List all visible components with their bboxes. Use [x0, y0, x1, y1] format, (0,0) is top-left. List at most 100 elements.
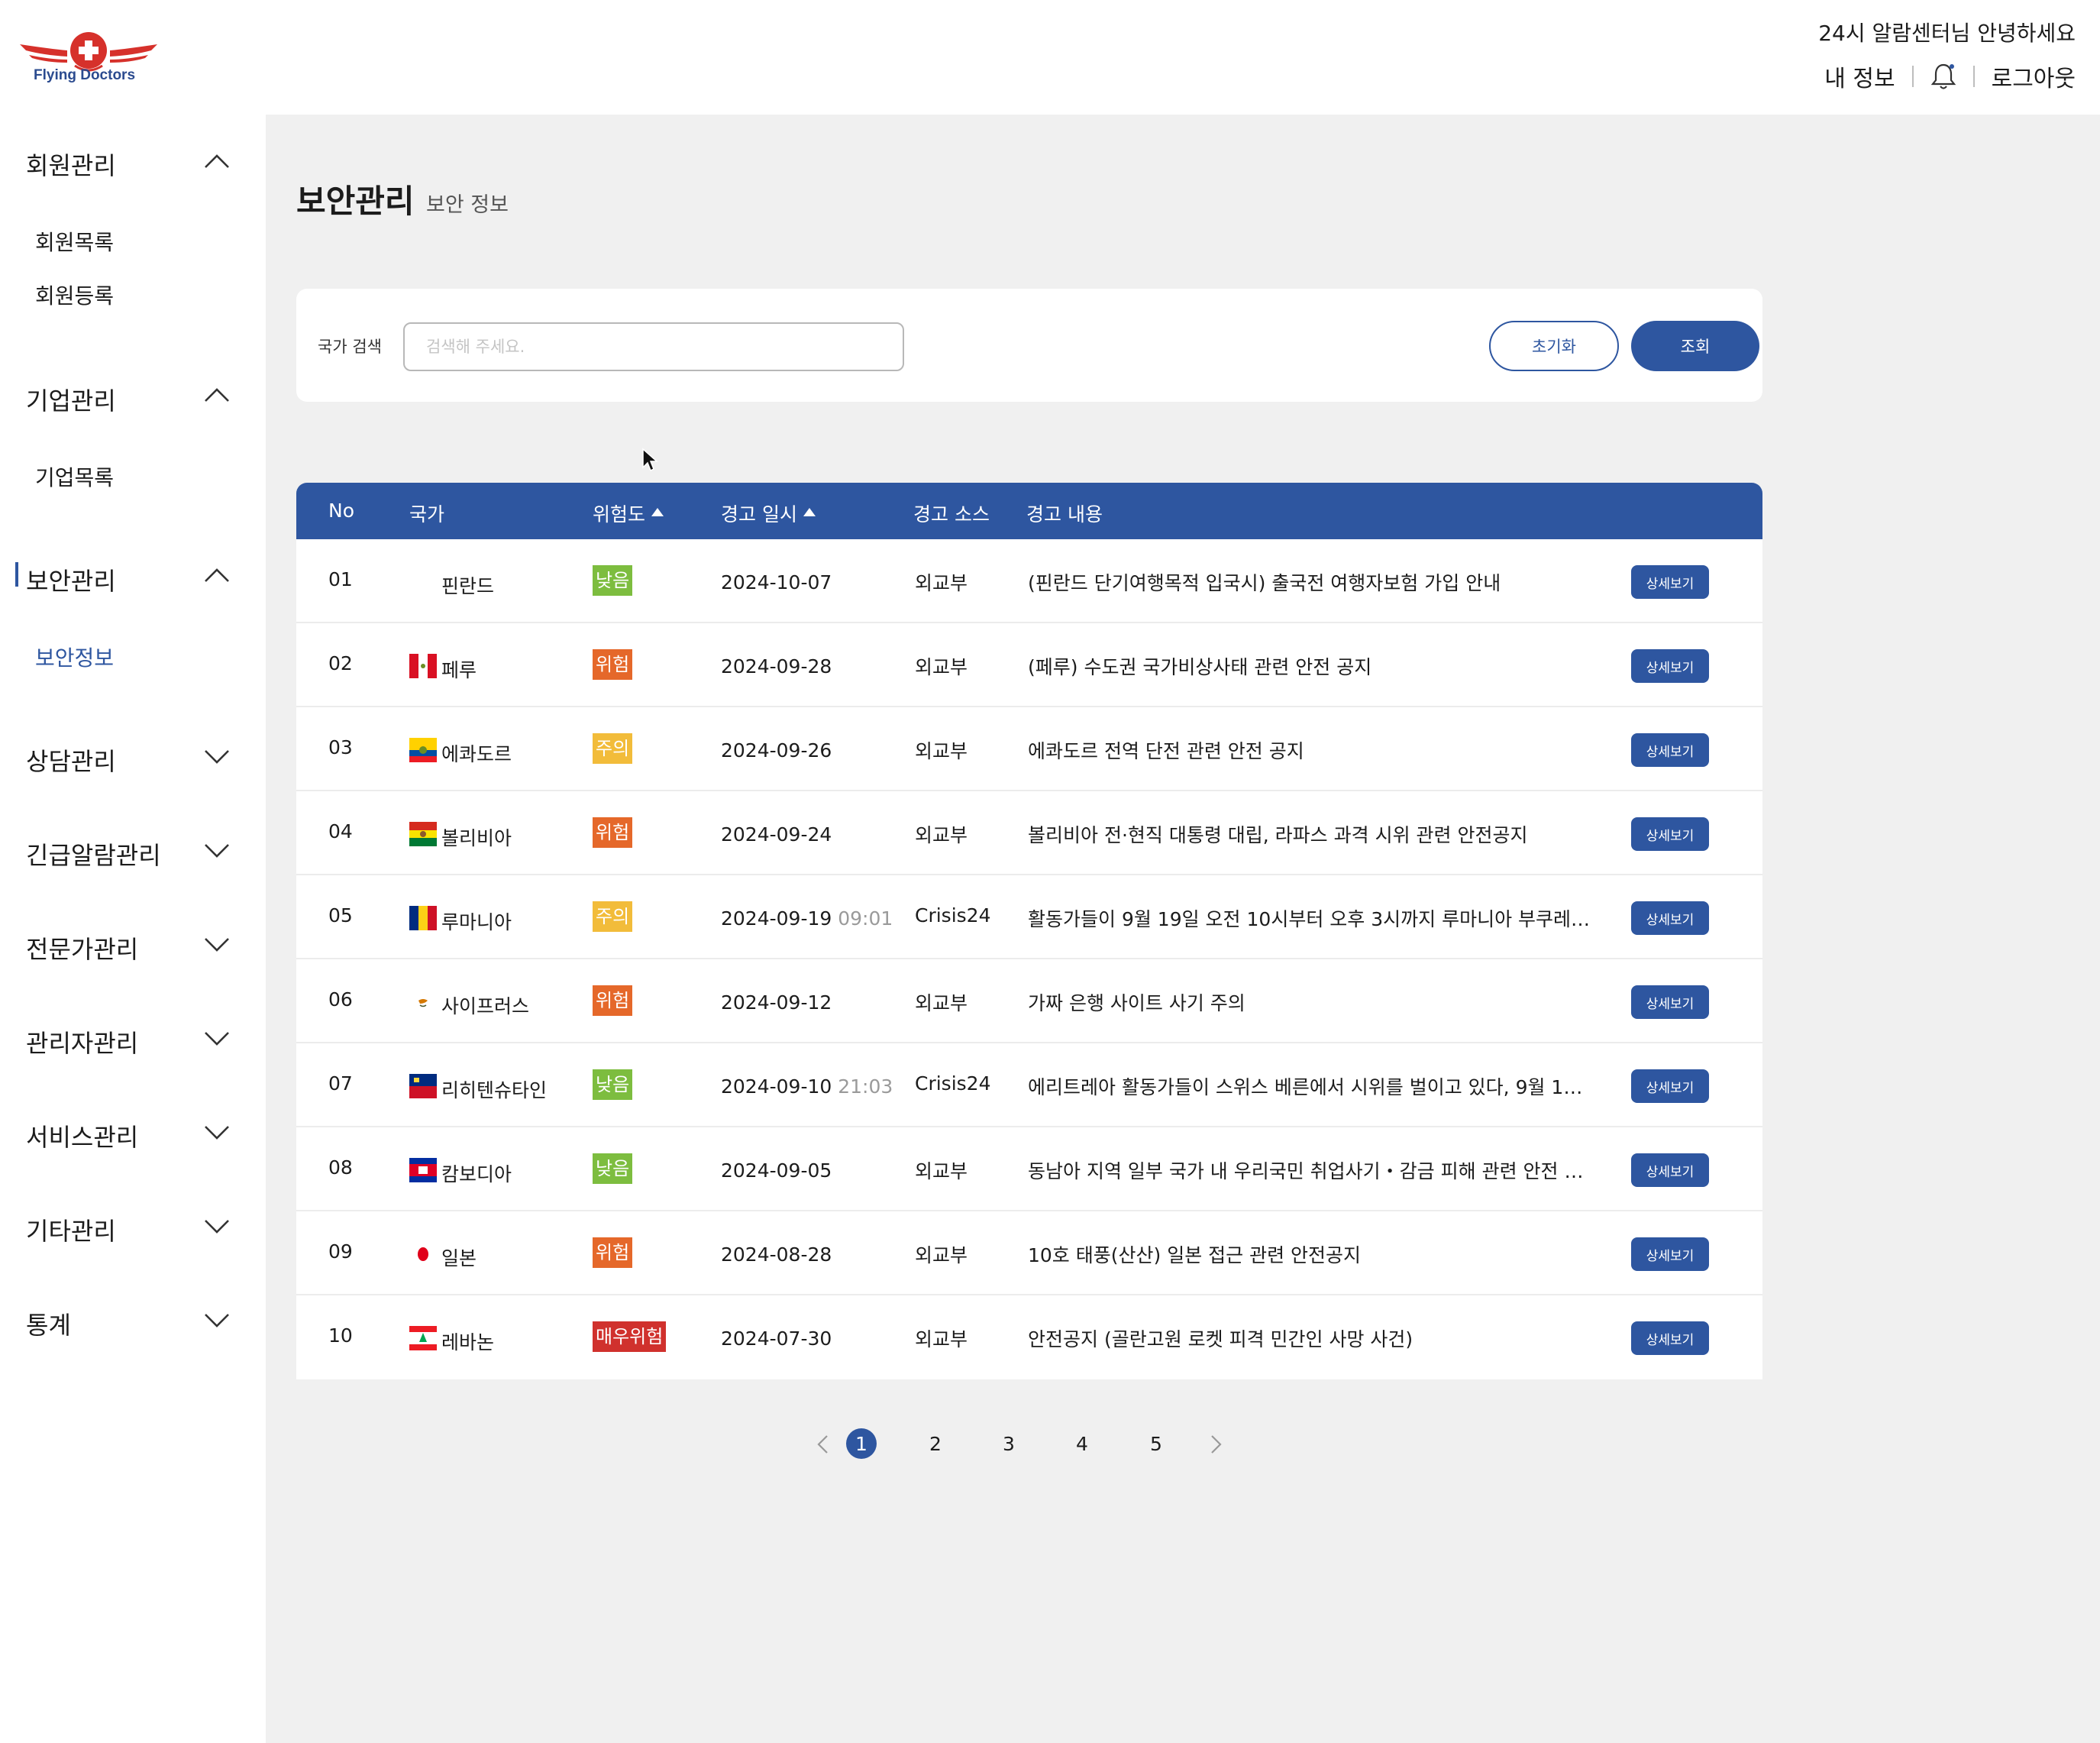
cell-source: 외교부	[915, 1160, 968, 1182]
reset-button[interactable]: 초기화	[1489, 321, 1619, 371]
chevron-down-icon[interactable]	[203, 1312, 231, 1329]
page-4[interactable]: 4	[1067, 1428, 1097, 1459]
chevron-left-icon[interactable]	[816, 1434, 831, 1454]
ecuador-flag-icon	[409, 738, 437, 762]
sidebar-item-company-list[interactable]: 기업목록	[35, 461, 114, 492]
sort-asc-icon[interactable]	[651, 508, 664, 516]
detail-button[interactable]: 상세보기	[1631, 1069, 1709, 1103]
active-indicator	[15, 562, 18, 587]
top-header: Flying Doctors 24시 알람센터님 안녕하세요 내 정보 로그아웃	[0, 0, 2100, 115]
detail-button[interactable]: 상세보기	[1631, 1321, 1709, 1355]
header-date[interactable]: 경고 일시	[721, 500, 816, 527]
page-1[interactable]: 1	[846, 1428, 877, 1459]
chevron-down-icon[interactable]	[203, 936, 231, 953]
chevron-up-icon[interactable]	[203, 386, 231, 403]
page-title: 보안관리	[296, 183, 415, 220]
cell-date-value: 2024-09-19	[721, 907, 832, 930]
sidebar-item-member-register[interactable]: 회원등록	[35, 280, 114, 310]
detail-button[interactable]: 상세보기	[1631, 733, 1709, 767]
header-source: 경고 소스	[913, 503, 990, 525]
sidebar-item-member-list[interactable]: 회원목록	[35, 226, 114, 257]
chevron-down-icon[interactable]	[203, 1124, 231, 1141]
detail-button[interactable]: 상세보기	[1631, 817, 1709, 851]
page-3[interactable]: 3	[993, 1428, 1024, 1459]
cell-content: 안전공지 (골란고원 로켓 피격 민간인 사망 사건)	[1028, 1328, 1413, 1350]
chevron-down-icon[interactable]	[203, 1030, 231, 1047]
cell-content: 가짜 은행 사이트 사기 주의	[1028, 992, 1245, 1014]
chevron-right-icon[interactable]	[1208, 1434, 1223, 1454]
cell-no: 07	[328, 1072, 353, 1095]
cell-no: 10	[328, 1324, 353, 1347]
cell-content: 활동가들이 9월 19일 오전 10시부터 오후 3시까지 루마니아 부쿠레슈…	[1028, 908, 1593, 930]
table-row: 02 페루 위험 2024-09-28 외교부 (페루) 수도권 국가비상사태 …	[296, 623, 1762, 707]
my-info-link[interactable]: 내 정보	[1824, 60, 1895, 93]
greeting-text: 24시 알람센터님 안녕하세요	[1818, 21, 2076, 46]
menu-etc[interactable]: 기타관리	[26, 1212, 116, 1247]
menu-consult[interactable]: 상담관리	[26, 742, 116, 778]
divider	[1972, 66, 1975, 87]
risk-badge: 낮음	[593, 1153, 633, 1184]
menu-member[interactable]: 회원관리	[26, 147, 116, 182]
menu-admin[interactable]: 관리자관리	[26, 1024, 138, 1059]
chevron-down-icon[interactable]	[203, 842, 231, 859]
bell-icon[interactable]	[1930, 62, 1956, 91]
logo-text: Flying Doctors	[34, 67, 136, 83]
cell-date: 2024-09-12	[721, 991, 832, 1014]
cell-country: 일본	[441, 1247, 477, 1269]
cell-source: 외교부	[915, 1328, 968, 1350]
cell-date: 2024-07-30	[721, 1327, 832, 1350]
cell-date-value: 2024-09-12	[721, 991, 832, 1014]
cyprus-flag-icon	[409, 990, 437, 1014]
header-country: 국가	[409, 503, 445, 525]
table-row: 04 볼리비아 위험 2024-09-24 외교부 볼리비아 전·현직 대통령 …	[296, 791, 1762, 875]
header-content: 경고 내용	[1026, 503, 1103, 525]
chevron-down-icon[interactable]	[203, 1218, 231, 1235]
cell-time-value: 21:03	[838, 1075, 893, 1098]
cell-date-value: 2024-09-24	[721, 823, 832, 846]
cell-country: 레바논	[441, 1331, 495, 1353]
divider	[1911, 66, 1914, 87]
menu-company[interactable]: 기업관리	[26, 382, 116, 417]
detail-button[interactable]: 상세보기	[1631, 649, 1709, 683]
sidebar-item-security-info[interactable]: 보안정보	[35, 642, 114, 672]
logout-link[interactable]: 로그아웃	[1992, 60, 2076, 93]
page-subtitle: 보안 정보	[426, 193, 509, 217]
chevron-up-icon[interactable]	[203, 567, 231, 584]
menu-stats[interactable]: 통계	[26, 1306, 71, 1341]
detail-button[interactable]: 상세보기	[1631, 1153, 1709, 1187]
menu-service[interactable]: 서비스관리	[26, 1118, 138, 1153]
menu-security[interactable]: 보안관리	[26, 562, 116, 597]
table-row: 08 캄보디아 낮음 2024-09-05 외교부 동남아 지역 일부 국가 내…	[296, 1127, 1762, 1211]
search-label: 국가 검색	[318, 338, 382, 356]
search-button[interactable]: 조회	[1631, 321, 1759, 371]
country-search-input[interactable]	[403, 322, 904, 371]
table-row: 10 레바논 매우위험 2024-07-30 외교부 안전공지 (골란고원 로켓…	[296, 1295, 1762, 1379]
chevron-down-icon[interactable]	[203, 749, 231, 765]
detail-button[interactable]: 상세보기	[1631, 565, 1709, 599]
detail-button[interactable]: 상세보기	[1631, 985, 1709, 1019]
cell-country: 핀란드	[441, 575, 495, 597]
peru-flag-icon	[409, 654, 437, 678]
risk-badge: 매우위험	[593, 1321, 667, 1352]
risk-badge: 위험	[593, 649, 633, 680]
detail-button[interactable]: 상세보기	[1631, 1237, 1709, 1271]
risk-badge: 주의	[593, 901, 633, 932]
table-row: 09 일본 위험 2024-08-28 외교부 10호 태풍(산산) 일본 접근…	[296, 1211, 1762, 1295]
sort-asc-icon[interactable]	[803, 508, 816, 516]
cell-date: 2024-08-28	[721, 1243, 832, 1266]
cell-source: 외교부	[915, 740, 968, 762]
header-risk[interactable]: 위험도	[593, 500, 664, 527]
menu-expert[interactable]: 전문가관리	[26, 930, 138, 965]
cell-date-value: 2024-09-26	[721, 739, 832, 762]
cell-country: 에콰도르	[441, 743, 512, 765]
detail-button[interactable]: 상세보기	[1631, 901, 1709, 935]
menu-emergency-alarm[interactable]: 긴급알람관리	[26, 836, 161, 872]
page-2[interactable]: 2	[920, 1428, 951, 1459]
cell-no: 08	[328, 1156, 353, 1179]
liechtenstein-flag-icon	[409, 1074, 437, 1098]
cell-no: 04	[328, 820, 353, 842]
page-5[interactable]: 5	[1141, 1428, 1171, 1459]
table-row: 01 핀란드 낮음 2024-10-07 외교부 (핀란드 단기여행목적 입국시…	[296, 539, 1762, 623]
chevron-up-icon[interactable]	[203, 153, 231, 170]
search-panel: 국가 검색 초기화 조회	[296, 289, 1762, 402]
